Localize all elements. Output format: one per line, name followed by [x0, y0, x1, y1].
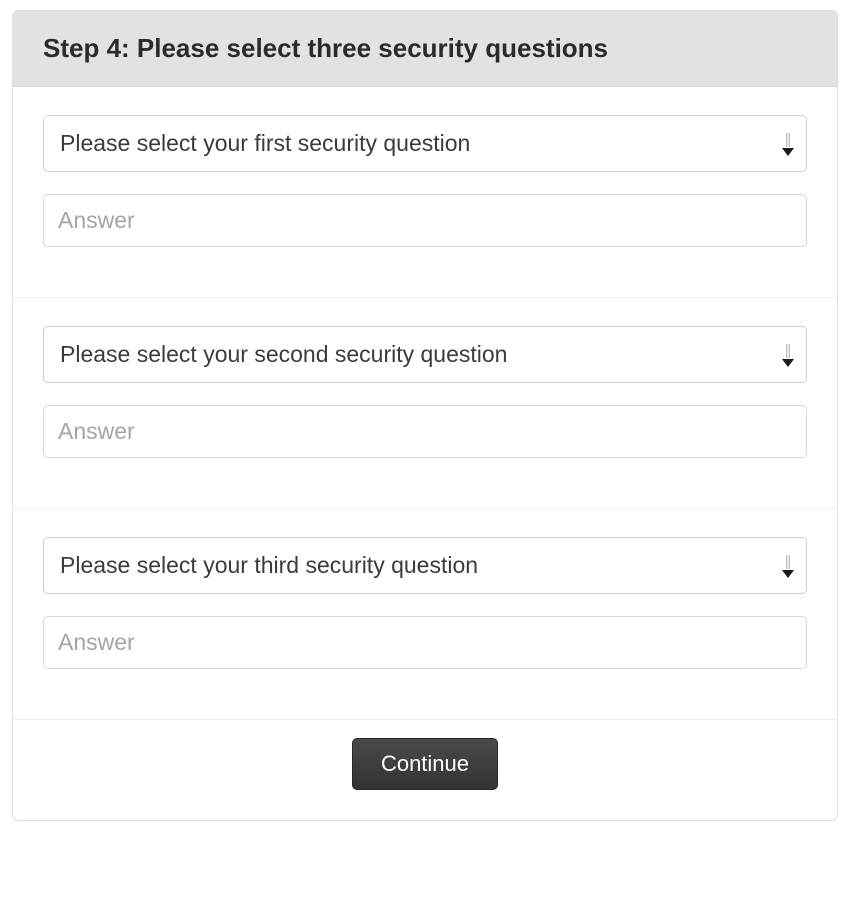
- security-question-1-select[interactable]: Please select your first security questi…: [43, 115, 807, 172]
- step-title: Step 4: Please select three security que…: [43, 33, 807, 64]
- security-question-1-select-text: Please select your first security questi…: [60, 130, 470, 156]
- security-question-3-select-wrapper: Please select your third security questi…: [43, 537, 807, 594]
- security-answer-1-input[interactable]: [43, 194, 807, 247]
- security-questions-panel: Step 4: Please select three security que…: [12, 10, 838, 821]
- security-question-3-select[interactable]: Please select your third security questi…: [43, 537, 807, 594]
- security-question-2-select-wrapper: Please select your second security quest…: [43, 326, 807, 383]
- question-block-3: Please select your third security questi…: [13, 509, 837, 720]
- security-question-2-select-text: Please select your second security quest…: [60, 341, 507, 367]
- panel-header: Step 4: Please select three security que…: [13, 11, 837, 87]
- question-block-2: Please select your second security quest…: [13, 298, 837, 509]
- panel-body: Please select your first security questi…: [13, 87, 837, 820]
- continue-button[interactable]: Continue: [352, 738, 498, 790]
- security-question-1-select-wrapper: Please select your first security questi…: [43, 115, 807, 172]
- button-row: Continue: [13, 720, 837, 820]
- security-answer-2-input[interactable]: [43, 405, 807, 458]
- question-block-1: Please select your first security questi…: [13, 87, 837, 298]
- security-question-2-select[interactable]: Please select your second security quest…: [43, 326, 807, 383]
- security-question-3-select-text: Please select your third security questi…: [60, 552, 478, 578]
- security-answer-3-input[interactable]: [43, 616, 807, 669]
